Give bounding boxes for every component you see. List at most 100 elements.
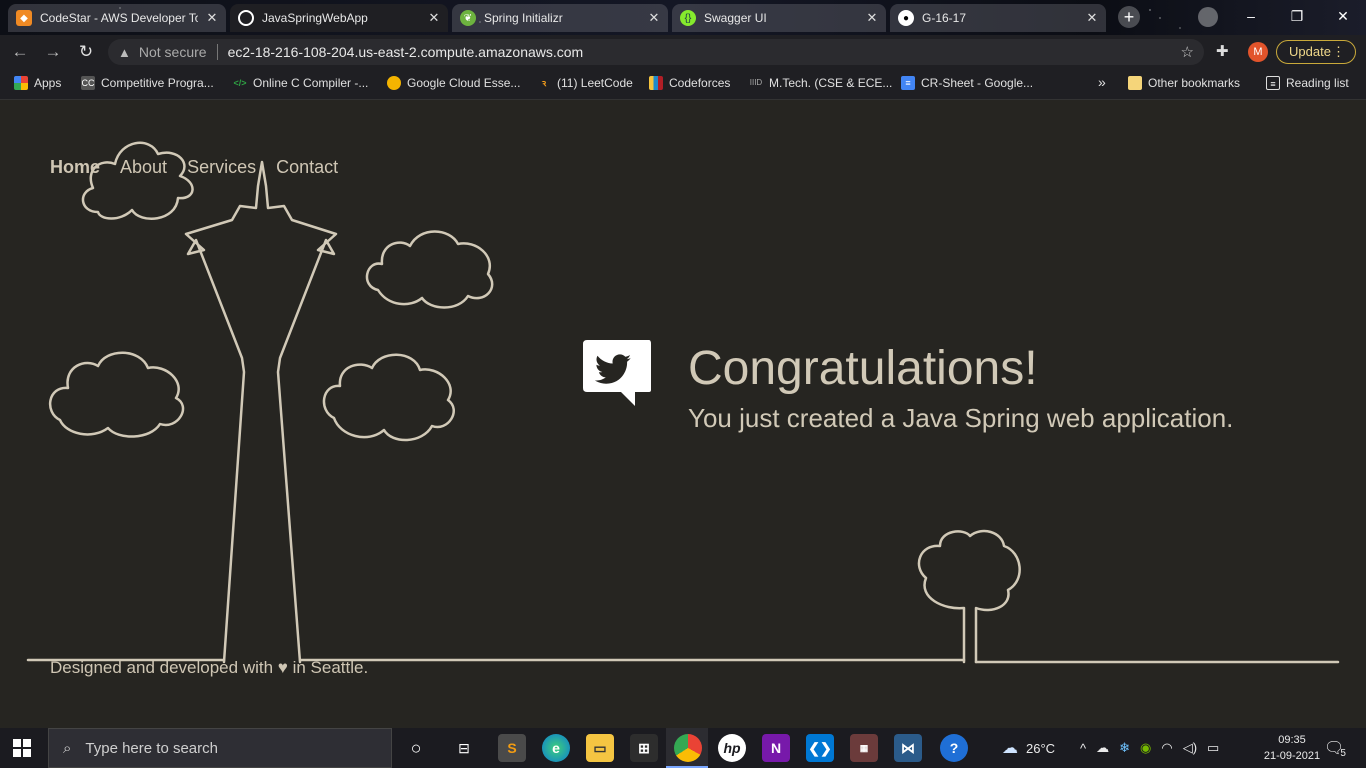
bookmark-label: Competitive Progra... bbox=[101, 76, 214, 90]
sublime-text-icon[interactable]: S bbox=[498, 734, 526, 762]
codeforces-icon bbox=[649, 76, 663, 90]
tab-strip: ◆ CodeStar - AWS Developer To ✕ JavaSpri… bbox=[0, 0, 1366, 35]
nav-home[interactable]: Home bbox=[50, 157, 100, 178]
tab-github[interactable]: ● G-16-17 ✕ bbox=[890, 4, 1106, 32]
forward-arrow-icon[interactable]: → bbox=[41, 40, 65, 64]
weather-widget[interactable]: ☁ 26°C bbox=[1002, 728, 1055, 768]
cortana-icon[interactable]: ○ bbox=[402, 734, 430, 762]
swagger-icon: {} bbox=[680, 10, 696, 26]
nav-contact[interactable]: Contact bbox=[276, 157, 338, 178]
extensions-puzzle-icon[interactable]: ✚ bbox=[1216, 42, 1229, 60]
gamebar-icon[interactable]: ▦ bbox=[850, 734, 878, 762]
snowflake-icon[interactable]: ❄ bbox=[1119, 740, 1130, 756]
taskbar-search-input[interactable]: ⌕ Type here to search bbox=[48, 728, 392, 768]
update-button[interactable]: Update ⋮ bbox=[1276, 40, 1356, 64]
edge-icon[interactable]: e bbox=[542, 734, 570, 762]
qwiklabs-icon bbox=[387, 76, 401, 90]
warning-icon[interactable]: ▲ bbox=[118, 45, 131, 60]
site-nav: Home About Services Contact bbox=[50, 157, 338, 178]
help-icon[interactable]: ? bbox=[940, 734, 968, 762]
volume-icon[interactable]: ◁) bbox=[1183, 740, 1197, 756]
tab-javaspringwebapp[interactable]: JavaSpringWebApp ✕ bbox=[230, 4, 448, 32]
tab-search-icon[interactable] bbox=[1198, 7, 1218, 27]
bookmark-apps[interactable]: Apps bbox=[14, 76, 61, 90]
bookmark-label: CR-Sheet - Google... bbox=[921, 76, 1034, 90]
nvidia-icon[interactable]: ◉ bbox=[1140, 740, 1151, 756]
footer-text: Designed and developed with ♥ in Seattle… bbox=[50, 658, 369, 677]
onenote-icon[interactable]: N bbox=[762, 734, 790, 762]
bookmark-label: Other bookmarks bbox=[1148, 76, 1241, 90]
subheading: You just created a Java Spring web appli… bbox=[688, 403, 1234, 433]
apps-grid-icon bbox=[14, 76, 28, 90]
notification-count: 5 bbox=[1340, 747, 1346, 759]
cloud bbox=[365, 230, 494, 309]
cloud-icon: ☁ bbox=[1002, 740, 1018, 757]
reading-list-icon: ≡ bbox=[1266, 76, 1280, 90]
nav-services[interactable]: Services bbox=[187, 157, 256, 178]
url-text[interactable]: ec2-18-216-108-204.us-east-2.compute.ama… bbox=[228, 44, 584, 60]
close-tab-icon[interactable]: ✕ bbox=[206, 10, 218, 26]
tab-title: Spring Initializr bbox=[484, 11, 563, 25]
tab-swagger-ui[interactable]: {} Swagger UI ✕ bbox=[672, 4, 886, 32]
close-tab-icon[interactable]: ✕ bbox=[866, 10, 878, 26]
wifi-icon[interactable]: ◠ bbox=[1161, 740, 1172, 756]
code-icon: </> bbox=[233, 78, 247, 88]
update-label: Update bbox=[1289, 44, 1331, 59]
bookmark-leetcode[interactable]: ꝛ (11) LeetCode bbox=[537, 76, 633, 90]
vscode-icon[interactable]: ❮❯ bbox=[806, 734, 834, 762]
space-needle bbox=[184, 160, 338, 664]
leetcode-icon: ꝛ bbox=[541, 78, 547, 88]
notification-center-icon[interactable]: 🗨 5 bbox=[1324, 728, 1346, 768]
bookmark-cr-sheet[interactable]: ≡ CR-Sheet - Google... bbox=[901, 76, 1033, 90]
close-tab-icon[interactable]: ✕ bbox=[428, 10, 440, 26]
address-bar[interactable]: ▲ Not secure ec2-18-216-108-204.us-east-… bbox=[108, 39, 1204, 65]
close-tab-icon[interactable]: ✕ bbox=[1086, 10, 1098, 26]
security-label[interactable]: Not secure bbox=[139, 44, 207, 60]
tree bbox=[917, 529, 1021, 664]
battery-icon[interactable]: ▭ bbox=[1207, 740, 1219, 756]
nav-about[interactable]: About bbox=[120, 157, 167, 178]
twitter-bird-icon bbox=[583, 340, 651, 406]
globe-icon bbox=[238, 10, 254, 26]
store-icon[interactable]: ⊞ bbox=[630, 734, 658, 762]
cloud bbox=[81, 141, 194, 220]
bookmark-competitive-programming[interactable]: CC Competitive Progra... bbox=[81, 76, 214, 90]
tab-title: JavaSpringWebApp bbox=[262, 11, 368, 25]
windows-start-icon[interactable] bbox=[12, 738, 32, 758]
close-window-button[interactable]: ✕ bbox=[1320, 0, 1366, 32]
more-bookmarks-icon[interactable]: » bbox=[1098, 74, 1106, 90]
reload-icon[interactable]: ↻ bbox=[74, 40, 98, 64]
new-tab-button[interactable]: + bbox=[1118, 6, 1140, 28]
bookmark-google-cloud[interactable]: Google Cloud Esse... bbox=[387, 76, 520, 90]
bookmark-codeforces[interactable]: Codeforces bbox=[649, 76, 730, 90]
back-arrow-icon[interactable]: ← bbox=[8, 40, 32, 64]
onedrive-icon[interactable]: ☁ bbox=[1096, 740, 1109, 756]
reading-list[interactable]: ≡ Reading list bbox=[1266, 76, 1349, 90]
aws-codestar-icon: ◆ bbox=[16, 10, 32, 26]
hp-icon[interactable]: hp bbox=[718, 734, 746, 762]
close-tab-icon[interactable]: ✕ bbox=[648, 10, 660, 26]
tab-codestar[interactable]: ◆ CodeStar - AWS Developer To ✕ bbox=[8, 4, 226, 32]
cloud bbox=[48, 351, 185, 438]
mysql-workbench-icon[interactable]: ⋈ bbox=[894, 734, 922, 762]
tab-spring-initializr[interactable]: ❦ Spring Initializr ✕ bbox=[452, 4, 668, 32]
restore-button[interactable]: ❐ bbox=[1274, 0, 1320, 32]
bookmark-mtech[interactable]: IIID M.Tech. (CSE & ECE... bbox=[749, 76, 893, 90]
minimize-button[interactable]: – bbox=[1228, 0, 1274, 32]
clock-time: 09:35 bbox=[1278, 734, 1306, 746]
file-explorer-icon[interactable]: ▭ bbox=[586, 734, 614, 762]
bookmark-online-c-compiler[interactable]: </> Online C Compiler -... bbox=[233, 76, 368, 90]
profile-avatar[interactable]: M bbox=[1248, 42, 1268, 62]
bookmark-star-icon[interactable]: ☆ bbox=[1181, 43, 1194, 61]
other-bookmarks[interactable]: Other bookmarks bbox=[1128, 76, 1240, 90]
spring-leaf-icon: ❦ bbox=[460, 10, 476, 26]
cc-icon: CC bbox=[81, 76, 95, 90]
chevron-up-icon[interactable]: ^ bbox=[1080, 741, 1086, 756]
bookmark-label: Apps bbox=[34, 76, 62, 90]
bookmark-label: Google Cloud Esse... bbox=[407, 76, 521, 90]
bookmarks-bar: Apps CC Competitive Progra... </> Online… bbox=[0, 69, 1366, 100]
system-clock[interactable]: 09:35 21-09-2021 bbox=[1262, 732, 1322, 764]
chrome-icon[interactable] bbox=[674, 734, 702, 762]
bookmark-label: (11) LeetCode bbox=[557, 76, 633, 90]
task-view-icon[interactable]: ⊟ bbox=[450, 734, 478, 762]
